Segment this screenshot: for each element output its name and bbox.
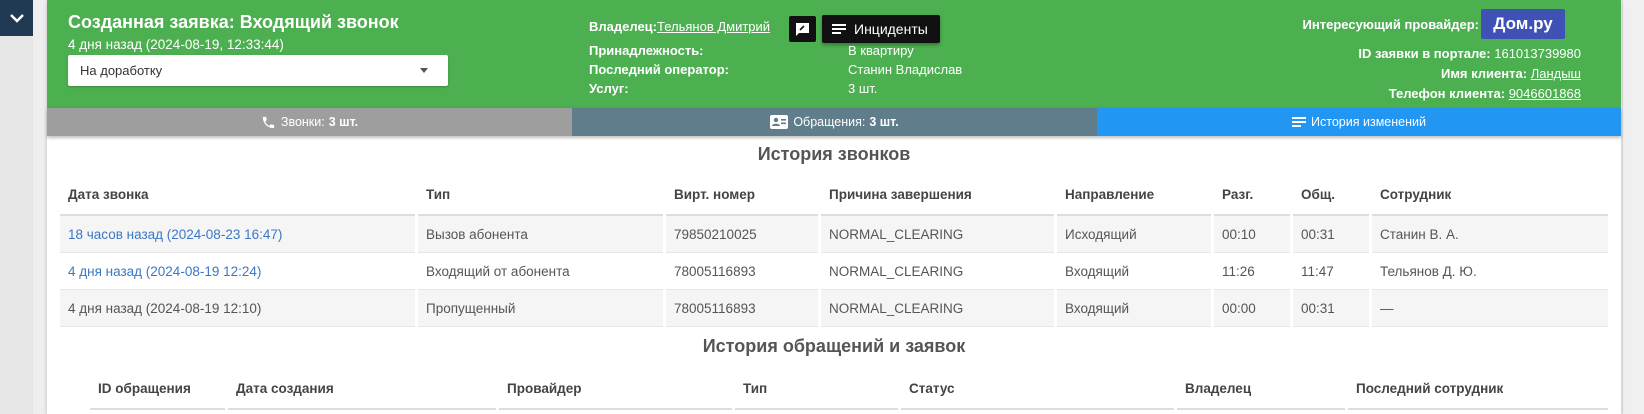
- table-row: 18 часов назад (2024-08-23 16:47) Вызов …: [60, 216, 1608, 253]
- direction-cell: Входящий: [1057, 253, 1211, 290]
- talk-cell: 00:10: [1214, 216, 1290, 253]
- requests-table: ID обращения Дата создания Провайдер Тип…: [87, 368, 1611, 410]
- last-operator-value: Станин Владислав: [848, 62, 963, 77]
- call-date-cell: 4 дня назад (2024-08-19 12:24): [60, 253, 415, 290]
- col-last-employee[interactable]: Последний сотрудник: [1348, 368, 1608, 410]
- client-name-link[interactable]: Ландыш: [1531, 66, 1581, 81]
- belonging-label: Принадлежность:: [589, 43, 704, 58]
- owner-label: Владелец:: [589, 19, 657, 34]
- col-request-type[interactable]: Тип: [735, 368, 898, 410]
- client-name-row: Имя клиента: Ландыш: [1440, 66, 1581, 81]
- tab-calls-count: 3 шт.: [328, 115, 359, 129]
- table-row: 4 дня назад (2024-08-19 12:24) Входящий …: [60, 253, 1608, 290]
- col-created-date[interactable]: Дата создания: [228, 368, 496, 410]
- portal-id-value: 161013739980: [1494, 46, 1581, 61]
- employee-cell: Станин В. А.: [1372, 216, 1608, 253]
- page-title: Созданная заявка: Входящий звонок: [68, 12, 399, 32]
- col-owner[interactable]: Владелец: [1177, 368, 1345, 410]
- list-icon: [1292, 117, 1307, 127]
- tab-requests-label: Обращения:: [793, 115, 866, 129]
- belonging-value: В квартиру: [848, 43, 914, 58]
- col-total[interactable]: Общ.: [1293, 174, 1369, 216]
- portal-id-row: ID заявки в портале: 161013739980: [1358, 46, 1581, 61]
- col-request-id[interactable]: ID обращения: [90, 368, 225, 410]
- services-label: Услуг:: [589, 81, 629, 96]
- phone-icon: [262, 116, 275, 128]
- call-date-link[interactable]: 18 часов назад (2024-08-23 16:47): [68, 227, 282, 242]
- type-cell: Входящий от абонента: [418, 253, 663, 290]
- call-date-cell: 18 часов назад (2024-08-23 16:47): [60, 216, 415, 253]
- tab-requests[interactable]: Обращения: 3 шт.: [572, 108, 1097, 136]
- virt-number-cell: 78005116893: [666, 253, 818, 290]
- virt-number-cell: 79850210025: [666, 216, 818, 253]
- total-cell: 00:31: [1293, 290, 1369, 327]
- owner-row: Владелец:Тельянов Дмитрий: [589, 19, 770, 34]
- chevron-down-icon[interactable]: [0, 0, 33, 36]
- col-type[interactable]: Тип: [418, 174, 663, 216]
- end-reason-cell: NORMAL_CLEARING: [821, 216, 1054, 253]
- call-date-link[interactable]: 4 дня назад (2024-08-19 12:24): [68, 264, 261, 279]
- col-employee[interactable]: Сотрудник: [1372, 174, 1608, 216]
- end-reason-cell: NORMAL_CLEARING: [821, 253, 1054, 290]
- request-header: Созданная заявка: Входящий звонок 4 дня …: [47, 0, 1621, 108]
- tab-requests-count: 3 шт.: [869, 115, 899, 129]
- call-date-cell: 4 дня назад (2024-08-19 12:10): [60, 290, 415, 327]
- type-cell: Вызов абонента: [418, 216, 663, 253]
- request-panel: Созданная заявка: Входящий звонок 4 дня …: [47, 0, 1621, 414]
- chat-edit-icon: [796, 22, 809, 36]
- direction-cell: Входящий: [1057, 290, 1211, 327]
- calls-section-title: История звонков: [757, 144, 911, 164]
- total-cell: 11:47: [1293, 253, 1369, 290]
- virt-number-cell: 78005116893: [666, 290, 818, 327]
- end-reason-cell: NORMAL_CLEARING: [821, 290, 1054, 327]
- direction-cell: Исходящий: [1057, 216, 1211, 253]
- calls-table: Дата звонка Тип Вирт. номер Причина заве…: [57, 174, 1611, 327]
- chat-button[interactable]: [789, 16, 816, 42]
- tab-bar: Звонки: 3 шт. Обращения: 3 шт. История изм…: [47, 108, 1621, 136]
- scrollbar[interactable]: [1622, 0, 1644, 414]
- total-cell: 00:31: [1293, 216, 1369, 253]
- col-status[interactable]: Статус: [901, 368, 1174, 410]
- left-nav: [0, 0, 33, 414]
- col-virt-number[interactable]: Вирт. номер: [666, 174, 818, 216]
- talk-cell: 00:00: [1214, 290, 1290, 327]
- client-phone-row: Телефон клиента: 9046601868: [1388, 86, 1581, 101]
- contact-card-icon: [770, 115, 789, 129]
- tab-history-label: История изменений: [1311, 115, 1426, 129]
- col-end-reason[interactable]: Причина завершения: [821, 174, 1054, 216]
- services-value: 3 шт.: [848, 81, 878, 96]
- list-icon: [832, 24, 846, 34]
- requests-header-row: ID обращения Дата создания Провайдер Тип…: [90, 368, 1608, 410]
- col-call-date[interactable]: Дата звонка: [60, 174, 415, 216]
- col-direction[interactable]: Направление: [1057, 174, 1211, 216]
- owner-link[interactable]: Тельянов Дмитрий: [657, 19, 770, 34]
- employee-cell: —: [1372, 290, 1608, 327]
- tab-calls-label: Звонки:: [280, 115, 325, 129]
- tab-calls[interactable]: Звонки: 3 шт.: [47, 108, 572, 136]
- last-operator-label: Последний оператор:: [589, 62, 729, 77]
- employee-cell: Тельянов Д. Ю.: [1372, 253, 1608, 290]
- incidents-label: Инциденты: [854, 21, 928, 37]
- talk-cell: 11:26: [1214, 253, 1290, 290]
- status-select[interactable]: На доработку: [68, 55, 448, 86]
- incidents-button[interactable]: Инциденты: [822, 15, 940, 43]
- calls-header-row: Дата звонка Тип Вирт. номер Причина заве…: [60, 174, 1608, 216]
- table-row: 4 дня назад (2024-08-19 12:10) Пропущенн…: [60, 290, 1608, 327]
- tab-history[interactable]: История изменений: [1097, 108, 1621, 136]
- type-cell: Пропущенный: [418, 290, 663, 327]
- provider-label: Интересующий провайдер:: [1302, 17, 1479, 32]
- requests-section-title: История обращений и заявок: [702, 336, 966, 356]
- client-phone-link[interactable]: 9046601868: [1509, 86, 1581, 101]
- provider-badge: Дом.ру: [1481, 9, 1565, 39]
- caret-down-icon: [420, 68, 428, 73]
- status-selected-value: На доработку: [80, 63, 163, 78]
- col-provider[interactable]: Провайдер: [499, 368, 732, 410]
- col-talk[interactable]: Разг.: [1214, 174, 1290, 216]
- created-time: 4 дня назад (2024-08-19, 12:33:44): [68, 37, 284, 52]
